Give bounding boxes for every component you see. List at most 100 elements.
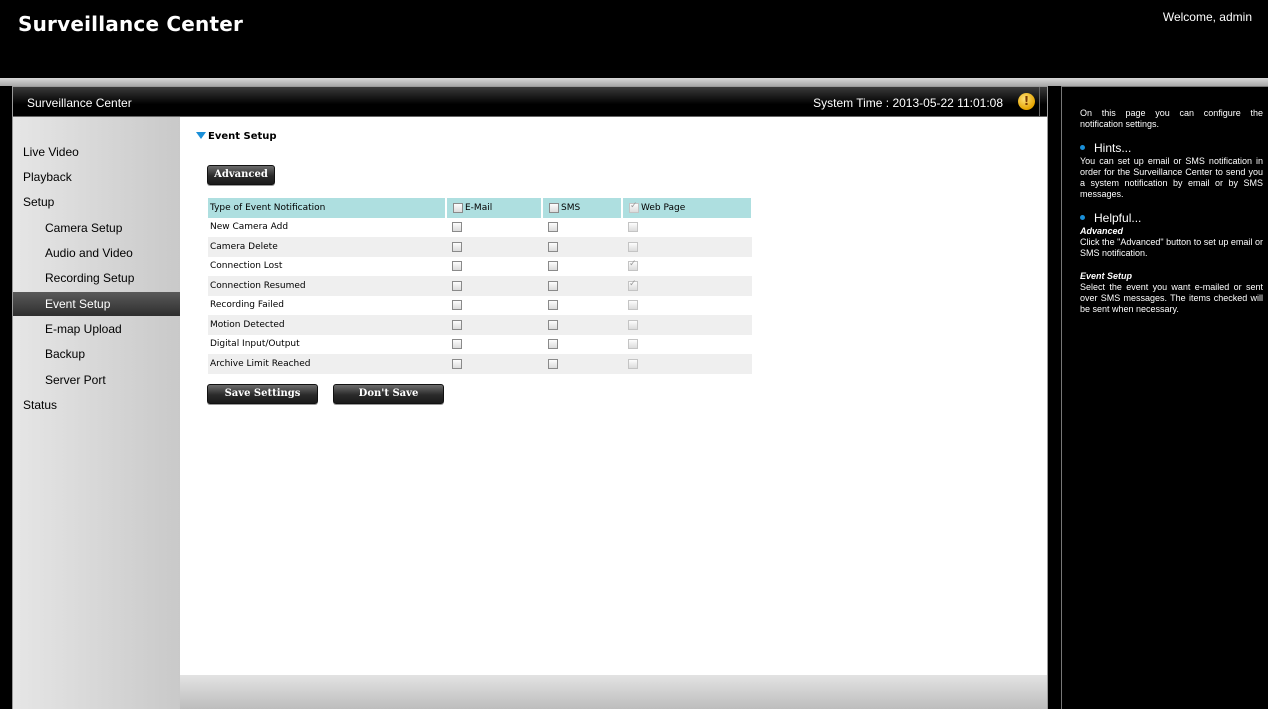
sms-checkbox[interactable] [548, 358, 558, 369]
table-row: Recording Failed [208, 296, 752, 316]
nav-item-event-setup[interactable]: Event Setup [13, 292, 180, 316]
bullet-icon [1080, 215, 1085, 220]
sms-checkbox[interactable] [548, 261, 558, 271]
event-type-label: Recording Failed [210, 300, 284, 311]
content-panel: Event Setup Advanced Type of Event Notif… [180, 117, 1047, 675]
web-checkbox[interactable] [628, 319, 638, 330]
sms-cell [542, 315, 622, 335]
email-cell [446, 257, 542, 277]
email-checkbox[interactable] [452, 222, 462, 232]
column-header-sms: SMS [542, 198, 623, 218]
sms-checkbox[interactable] [548, 241, 558, 252]
column-header-type: Type of Event Notification [208, 198, 447, 218]
hints-text: You can set up email or SMS notification… [1080, 156, 1263, 199]
event-notification-table: Type of Event Notification E-Mail SMS We… [208, 198, 753, 374]
event-type-label: Connection Resumed [208, 276, 446, 296]
nav-item-playback[interactable]: Playback [13, 165, 180, 189]
banner-divider [0, 78, 1268, 86]
nav-item-status[interactable]: Status [13, 393, 180, 417]
column-header-web: Web Page [622, 198, 753, 218]
table-header-row: Type of Event Notification E-Mail SMS We… [208, 198, 753, 218]
hints-title: Hints... [1094, 141, 1132, 155]
email-checkbox[interactable] [452, 280, 462, 291]
sms-checkbox[interactable] [548, 319, 558, 330]
app-logo: Surveillance Center [18, 12, 244, 36]
sms-all-checkbox[interactable] [549, 202, 559, 213]
event-type-label: Digital Input/Output [210, 339, 300, 350]
column-header-email: E-Mail [446, 198, 543, 218]
dont-save-settings-button[interactable]: Don't Save Settings [333, 384, 444, 417]
nav-item-backup[interactable]: Backup [13, 342, 180, 366]
web-checkbox[interactable] [628, 339, 638, 349]
nav-item-setup[interactable]: Setup [13, 190, 180, 214]
email-cell [446, 296, 542, 316]
email-cell [446, 218, 542, 238]
sms-cell [542, 237, 622, 257]
sms-checkbox[interactable] [548, 300, 558, 310]
web-cell [622, 296, 752, 316]
table-row: Camera Delete [208, 237, 752, 257]
helpful-title: Helpful... [1094, 211, 1142, 225]
scrollbar-stub [1039, 87, 1047, 117]
web-cell [622, 218, 752, 238]
email-checkbox[interactable] [452, 319, 462, 330]
web-all-checkbox[interactable] [629, 201, 639, 213]
nav-item-audio-video[interactable]: Audio and Video [13, 241, 180, 265]
email-cell [446, 276, 542, 296]
sms-checkbox[interactable] [548, 339, 558, 349]
warning-icon[interactable]: ! [1018, 93, 1035, 110]
web-checkbox[interactable] [628, 358, 638, 369]
sms-cell [542, 276, 622, 296]
web-checkbox[interactable] [628, 279, 638, 291]
nav-item-server-port[interactable]: Server Port [13, 368, 180, 392]
top-banner: Surveillance Center Welcome, admin [0, 0, 1268, 78]
help-panel: On this page you can configure the notif… [1061, 86, 1268, 709]
hints-heading: Hints... [1080, 141, 1131, 155]
email-checkbox[interactable] [452, 339, 462, 349]
table-row: Archive Limit Reached [208, 354, 752, 374]
save-settings-button[interactable]: Save Settings [207, 384, 318, 404]
sms-checkbox[interactable] [548, 222, 558, 232]
sms-checkbox[interactable] [548, 280, 558, 291]
table-row: Connection Resumed [208, 276, 752, 296]
web-checkbox[interactable] [628, 300, 638, 310]
web-checkbox[interactable] [628, 222, 638, 232]
sms-cell [542, 218, 622, 238]
bullet-icon [1080, 145, 1085, 150]
frame-header: Surveillance Center System Time : 2013-0… [13, 87, 1047, 117]
email-cell [446, 354, 542, 374]
table-row: Motion Detected [208, 315, 752, 335]
collapse-triangle-icon[interactable] [196, 132, 206, 139]
column-header-sms-label: SMS [561, 202, 581, 213]
event-type-label: Camera Delete [208, 237, 446, 257]
email-all-checkbox[interactable] [453, 202, 463, 213]
email-checkbox[interactable] [452, 300, 462, 310]
sms-cell [542, 257, 622, 277]
main-frame: Surveillance Center System Time : 2013-0… [12, 86, 1048, 709]
welcome-text: Welcome, admin [1162, 10, 1252, 24]
event-type-label: Archive Limit Reached [208, 354, 446, 374]
advanced-button[interactable]: Advanced [207, 165, 275, 185]
section-title: Event Setup [208, 131, 277, 142]
sms-cell [542, 296, 622, 316]
event-setup-term: Event Setup [1080, 271, 1133, 281]
system-time: System Time : 2013-05-22 11:01:08 [813, 96, 1003, 110]
web-cell [622, 257, 752, 277]
nav-item-live-video[interactable]: Live Video [13, 140, 180, 164]
event-type-label: Connection Lost [210, 261, 283, 272]
email-checkbox[interactable] [452, 241, 462, 252]
web-checkbox[interactable] [628, 241, 638, 252]
column-header-email-label: E-Mail [465, 202, 493, 213]
nav-item-emap-upload[interactable]: E-map Upload [13, 317, 180, 341]
nav-item-camera-setup[interactable]: Camera Setup [13, 216, 180, 240]
web-cell [622, 315, 752, 335]
email-checkbox[interactable] [452, 358, 462, 369]
sidebar-nav: Live Video Playback Setup Camera Setup A… [13, 117, 180, 709]
email-checkbox[interactable] [452, 261, 462, 271]
table-row: Digital Input/Output [208, 335, 752, 355]
nav-item-recording-setup[interactable]: Recording Setup [13, 266, 180, 290]
web-checkbox[interactable] [628, 259, 638, 271]
frame-title: Surveillance Center [27, 96, 132, 110]
event-setup-text: Select the event you want e-mailed or se… [1080, 282, 1263, 314]
event-type-label: Motion Detected [208, 315, 446, 335]
